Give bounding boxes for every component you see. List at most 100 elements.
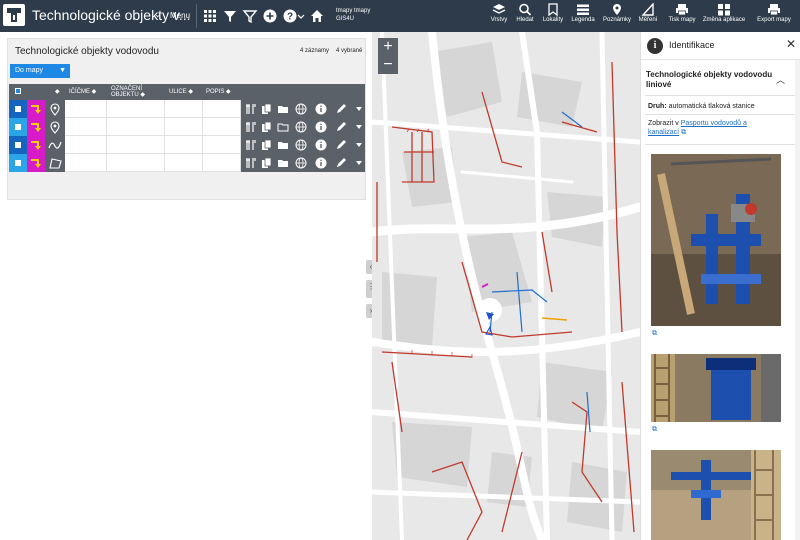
folder-icon[interactable] bbox=[277, 139, 289, 151]
toolbar-export[interactable]: Export mapy bbox=[752, 3, 796, 29]
chevron-down-icon[interactable]: ⌄ bbox=[154, 9, 162, 20]
table-row[interactable] bbox=[9, 136, 365, 154]
copy-icon[interactable] bbox=[261, 157, 273, 169]
copy-icon[interactable] bbox=[261, 121, 273, 133]
external-link-icon[interactable]: ⧉ bbox=[652, 330, 657, 338]
cell bbox=[203, 154, 241, 172]
close-icon[interactable]: ✕ bbox=[786, 37, 796, 51]
line-icon bbox=[45, 136, 65, 154]
globe-icon[interactable] bbox=[295, 157, 307, 169]
map-canvas[interactable] bbox=[372, 32, 640, 540]
external-link-icon[interactable]: ⧉ bbox=[681, 129, 686, 136]
tools-icon[interactable] bbox=[245, 139, 257, 151]
sort-icon[interactable]: ◆ bbox=[55, 89, 60, 95]
column-header[interactable]: OZNAČENÍ OBJEKTU ◆ bbox=[111, 86, 167, 98]
folder-icon[interactable] bbox=[277, 157, 289, 169]
globe-icon[interactable] bbox=[295, 121, 307, 133]
toolbar-locations[interactable]: Lokality bbox=[540, 3, 566, 29]
panel-scrollbar[interactable] bbox=[795, 60, 800, 540]
zoom-in-button[interactable]: + bbox=[378, 38, 398, 56]
toolbar-notes[interactable]: Poznámky bbox=[602, 3, 632, 29]
map-view[interactable]: + − bbox=[372, 32, 640, 540]
row-checkbox[interactable] bbox=[9, 100, 27, 118]
row-checkbox[interactable] bbox=[9, 136, 27, 154]
photo-valve-pit[interactable] bbox=[651, 154, 781, 326]
folder-open-icon[interactable] bbox=[277, 121, 289, 133]
toolbar-print[interactable]: Tisk mapy bbox=[666, 3, 698, 29]
select-all-checkbox[interactable] bbox=[15, 88, 21, 94]
tools-icon[interactable] bbox=[245, 157, 257, 169]
caret-down-icon[interactable] bbox=[353, 157, 365, 169]
info-icon: i bbox=[647, 38, 663, 54]
caret-down-icon[interactable] bbox=[353, 121, 365, 133]
app-title[interactable]: Technologické objekty v... bbox=[32, 7, 191, 23]
tools-icon[interactable] bbox=[245, 103, 257, 115]
point-icon bbox=[45, 100, 65, 118]
chevron-down-icon[interactable] bbox=[297, 8, 305, 24]
zoom-out-button[interactable]: − bbox=[378, 56, 398, 74]
edit-icon[interactable] bbox=[335, 121, 347, 133]
photo-pipe-connection[interactable] bbox=[651, 450, 781, 540]
cell bbox=[65, 118, 107, 136]
filter-icon[interactable] bbox=[222, 8, 238, 24]
column-header[interactable]: POPIS ◆ bbox=[206, 89, 240, 95]
toolbar-change-app[interactable]: Změna aplikace bbox=[700, 3, 748, 29]
toolbar-measure[interactable]: Měření bbox=[636, 3, 660, 29]
grid-icon[interactable] bbox=[202, 8, 218, 24]
passport-link-row: Zobrazit v Pasportu vodovodů a kanalizac… bbox=[648, 120, 747, 136]
toolbar-search[interactable]: Hledat bbox=[512, 3, 538, 29]
user-label[interactable]: tmapy tmapy GIS4U bbox=[336, 7, 376, 23]
list-icon bbox=[577, 4, 589, 15]
divider bbox=[645, 95, 795, 96]
info-icon[interactable] bbox=[315, 139, 327, 151]
globe-icon[interactable] bbox=[295, 103, 307, 115]
table-row[interactable] bbox=[9, 154, 365, 172]
menu-button[interactable]: Menu bbox=[170, 11, 190, 20]
copy-icon[interactable] bbox=[261, 139, 273, 151]
info-icon[interactable] bbox=[315, 121, 327, 133]
polygon-icon bbox=[45, 154, 65, 172]
help-icon[interactable]: ? bbox=[282, 8, 298, 24]
external-link-icon[interactable]: ⧉ bbox=[652, 426, 657, 434]
row-checkbox[interactable] bbox=[9, 154, 27, 172]
pin-icon bbox=[613, 4, 621, 15]
edit-icon[interactable] bbox=[335, 103, 347, 115]
tools-icon[interactable] bbox=[245, 121, 257, 133]
row-checkbox[interactable] bbox=[9, 118, 27, 136]
photo-pipe-trench[interactable] bbox=[651, 354, 781, 422]
toolbar-layers[interactable]: Vrstvy bbox=[488, 3, 510, 29]
column-header[interactable]: IČÍČME ◆ bbox=[69, 89, 109, 95]
selected-count[interactable]: 4 vybrané bbox=[336, 48, 362, 54]
copy-icon[interactable] bbox=[261, 103, 273, 115]
globe-icon[interactable] bbox=[295, 139, 307, 151]
attribute-table-panel: Technologické objekty vodovodu 4 záznamy… bbox=[7, 38, 366, 200]
cell bbox=[203, 136, 241, 154]
toolbar-divider bbox=[196, 4, 197, 28]
filter-clear-icon[interactable] bbox=[242, 8, 258, 24]
toolbar-legend[interactable]: Legenda bbox=[568, 3, 598, 29]
info-icon[interactable] bbox=[315, 157, 327, 169]
section-title[interactable]: Technologické objekty vodovodu liniové bbox=[646, 70, 776, 90]
edit-icon[interactable] bbox=[335, 139, 347, 151]
table-row[interactable] bbox=[9, 118, 365, 136]
caret-down-icon[interactable] bbox=[353, 139, 365, 151]
cell bbox=[203, 118, 241, 136]
edit-icon[interactable] bbox=[335, 157, 347, 169]
cell bbox=[165, 118, 203, 136]
info-icon[interactable] bbox=[315, 103, 327, 115]
records-count: 4 záznamy bbox=[300, 48, 330, 54]
chevron-up-icon[interactable]: ︿ bbox=[776, 73, 785, 86]
home-icon[interactable] bbox=[309, 8, 325, 24]
cell bbox=[107, 118, 165, 136]
app-logo[interactable] bbox=[3, 4, 25, 26]
identify-header: i Identifikace ✕ bbox=[641, 32, 800, 60]
to-map-dropdown[interactable]: Do mapy ▼ bbox=[10, 64, 70, 78]
row-actions bbox=[241, 118, 365, 136]
folder-icon[interactable] bbox=[277, 103, 289, 115]
column-header[interactable]: ULICE ◆ bbox=[169, 89, 203, 95]
table-row[interactable] bbox=[9, 100, 365, 118]
caret-down-icon: ▼ bbox=[59, 67, 66, 74]
caret-down-icon[interactable] bbox=[353, 103, 365, 115]
cell bbox=[165, 136, 203, 154]
add-circle-icon[interactable] bbox=[262, 8, 278, 24]
